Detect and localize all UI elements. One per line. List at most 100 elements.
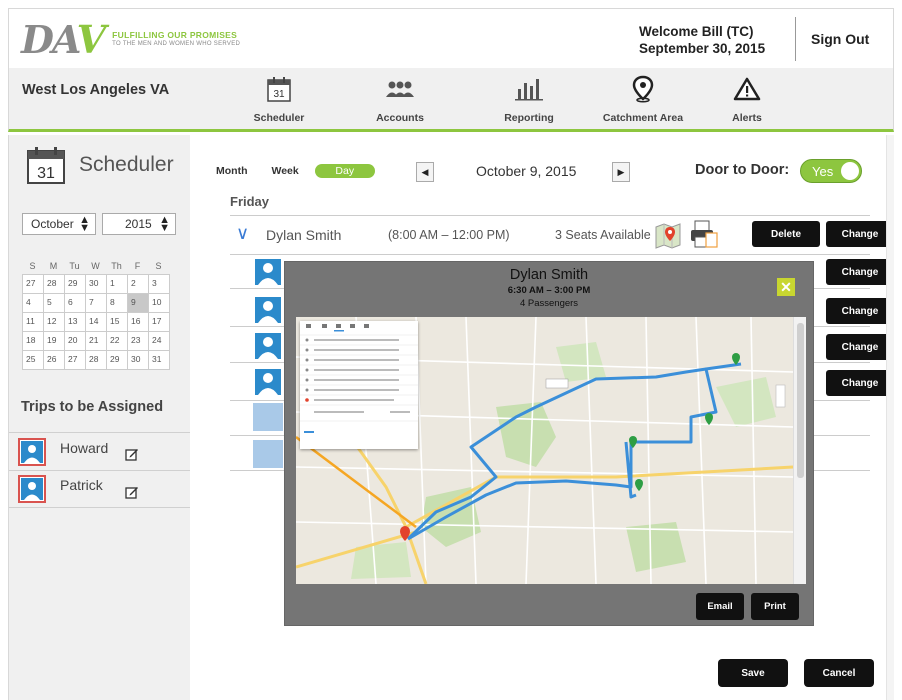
calendar-day[interactable]: 13 [65,313,86,332]
save-button[interactable]: Save [718,659,788,687]
calendar-day[interactable]: 24 [149,332,170,351]
calendar-day[interactable]: 14 [86,313,107,332]
door-to-door-toggle[interactable]: Yes [800,159,862,183]
calendar-day[interactable]: 7 [86,294,107,313]
edit-icon[interactable] [125,447,139,461]
trip-item[interactable]: Howard [9,432,191,470]
nav-scheduler[interactable]: 31 Scheduler [229,74,329,124]
scroll-thumb[interactable] [797,323,804,478]
calendar-day[interactable]: 29 [65,275,86,294]
close-icon[interactable]: ✕ [777,278,795,296]
tab-day[interactable]: Day [314,164,375,178]
modal-passengers: 4 Passengers [519,298,579,309]
month-select[interactable]: October ▲ ▼ [22,213,96,235]
chevron-down-icon[interactable]: ∨ [236,223,249,244]
divider [230,215,870,216]
nav-catchment-area[interactable]: Catchment Area [593,74,693,124]
tab-week[interactable]: Week [272,165,299,177]
calendar-day[interactable]: 28 [44,275,65,294]
avatar [18,475,46,503]
nav-catchment-label: Catchment Area [602,112,684,124]
calendar-day[interactable]: 15 [107,313,128,332]
change-button[interactable]: Change [826,259,894,285]
toggle-knob [841,162,859,180]
year-select[interactable]: 2015 ▲ ▼ [102,213,176,235]
weekday-label: W [91,261,100,271]
nav-accounts[interactable]: Accounts [350,74,450,124]
calendar-day[interactable]: 10 [149,294,170,313]
month-select-value: October [31,217,74,231]
calendar-day[interactable]: 30 [86,275,107,294]
map-icon[interactable] [654,221,682,249]
calendar-day[interactable]: 18 [23,332,44,351]
toggle-value: Yes [812,164,834,179]
calendar-day[interactable]: 27 [65,351,86,370]
change-button[interactable]: Change [826,298,894,324]
header-date: September 30, 2015 [639,41,766,56]
calendar-day[interactable]: 23 [128,332,149,351]
map-pin-icon [593,74,693,104]
calendar-day[interactable]: 19 [44,332,65,351]
change-button[interactable]: Change [826,334,894,360]
svg-text:31: 31 [273,89,285,100]
empty-seat-placeholder[interactable] [253,440,283,468]
email-button[interactable]: Email [696,593,744,620]
mini-calendar: S M Tu W Th F S 27 28 29 30 1 2 3 4 5 6 7 8 9 10 11 12 13 14 15 1… [22,261,170,370]
driver-name: Dylan Smith [266,227,342,243]
calendar-day[interactable]: 30 [128,351,149,370]
route-map[interactable] [296,317,806,584]
calendar-day[interactable]: 5 [44,294,65,313]
delete-button[interactable]: Delete [752,221,820,247]
calendar-day[interactable]: 28 [86,351,107,370]
edit-icon[interactable] [125,485,139,499]
calendar-day[interactable]: 4 [23,294,44,313]
passenger-avatar [255,333,281,359]
calendar-day[interactable]: 21 [86,332,107,351]
print-icon[interactable] [688,219,718,251]
main-scrollbar[interactable] [886,135,894,700]
dav-logo[interactable]: DAV FULFILLING OUR PROMISES TO THE MEN A… [21,17,240,62]
calendar-day[interactable]: 22 [107,332,128,351]
next-date-button[interactable]: ▶ [612,162,630,182]
app-header: DAV FULFILLING OUR PROMISES TO THE MEN A… [8,8,894,68]
calendar-day[interactable]: 1 [107,275,128,294]
door-to-door-label: Door to Door: [695,162,790,178]
print-button[interactable]: Print [751,593,799,620]
calendar-day[interactable]: 12 [44,313,65,332]
calendar-day[interactable]: 2 [128,275,149,294]
calendar-day[interactable]: 9 [128,294,149,313]
map-scrollbar[interactable] [793,317,806,584]
calendar-day[interactable]: 3 [149,275,170,294]
calendar-day[interactable]: 26 [44,351,65,370]
calendar-day[interactable]: 8 [107,294,128,313]
calendar-day[interactable]: 16 [128,313,149,332]
change-button[interactable]: Change [826,370,894,396]
tab-month[interactable]: Month [216,165,248,177]
calendar-day[interactable]: 20 [65,332,86,351]
sign-out-link[interactable]: Sign Out [811,31,869,47]
tagline-line1: FULFILLING OUR PROMISES [112,29,238,40]
welcome-text: Welcome Bill (TC) [639,24,754,39]
calendar-day[interactable]: 29 [107,351,128,370]
scheduler-title: Scheduler [79,153,174,176]
calendar-day[interactable]: 11 [23,313,44,332]
calendar-day[interactable]: 6 [65,294,86,313]
welcome-block: Welcome Bill (TC) September 30, 2015 [639,23,765,57]
nav-alerts[interactable]: Alerts [697,74,797,124]
directions-panel[interactable] [300,321,418,449]
calendar-day[interactable]: 31 [149,351,170,370]
day-name: Friday [230,194,270,209]
change-button[interactable]: Change [826,221,894,247]
weekday-label: S [29,261,36,271]
empty-seat-placeholder[interactable] [253,403,283,431]
logo-tagline: FULFILLING OUR PROMISES TO THE MEN AND W… [112,31,240,48]
trip-item[interactable]: Patrick [9,470,191,508]
calendar-day[interactable]: 25 [23,351,44,370]
seats-available: 3 Seats Available [555,228,651,242]
cancel-button[interactable]: Cancel [804,659,874,687]
calendar-day[interactable]: 27 [23,275,44,294]
header-divider [795,17,796,61]
nav-reporting[interactable]: Reporting [479,74,579,124]
prev-date-button[interactable]: ◀ [416,162,434,182]
calendar-day[interactable]: 17 [149,313,170,332]
